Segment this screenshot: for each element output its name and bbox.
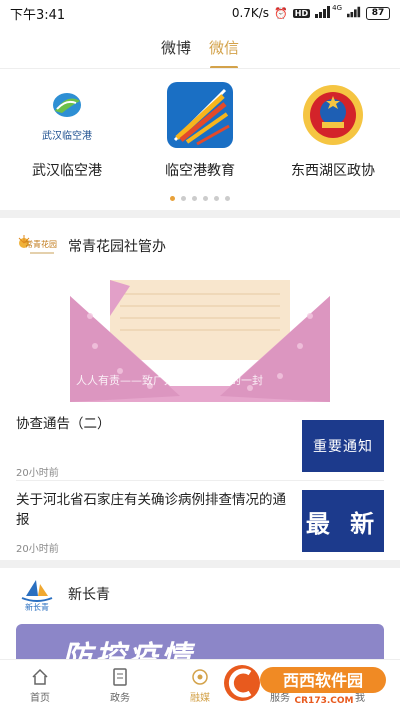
watermark-text: 西西软件园 [283, 671, 363, 690]
watermark-subtext: CR173.COM [295, 696, 354, 705]
feed-hero-image[interactable]: 人人有责——致广大居民朋友们的一封 [0, 276, 400, 402]
hero-caption: 人人有责——致广大居民朋友们的一封 [76, 374, 263, 387]
account-linkonggang-education[interactable]: 临空港教育 [135, 80, 265, 180]
wuhan-linkonggang-logo-icon: 武汉临空港 [32, 80, 102, 150]
document-icon [110, 667, 130, 686]
news-thumbnail: 重要通知 [302, 420, 384, 472]
nav-label: 政务 [110, 692, 130, 704]
carousel-dot [225, 196, 230, 201]
status-time: 下午3:41 [10, 7, 66, 23]
media-icon [190, 668, 210, 686]
account-carousel[interactable]: 武汉临空港 武汉临空港 临空港教育 东西湖区政协 [0, 80, 400, 180]
carousel-dot [214, 196, 219, 201]
account-name: 武汉临空港 [32, 163, 102, 179]
account-wuhan-linkonggang[interactable]: 武汉临空港 武汉临空港 [2, 80, 132, 180]
feed-source-header[interactable]: 新长青 新长青 [0, 572, 400, 616]
nav-label: 首页 [30, 692, 50, 704]
news-time: 20小时前 [16, 468, 59, 479]
news-title: 协查通告（二） [16, 416, 111, 432]
battery-icon: 87 [366, 6, 390, 20]
thumbnail-text: 最 新 [305, 509, 381, 538]
network-speed: 0.7K/s [231, 6, 270, 20]
signal-icon [315, 5, 331, 21]
thumbnail-text: 重要通知 [313, 439, 373, 455]
news-thumbnail: 最 新 [302, 490, 384, 552]
section-gap [0, 210, 400, 218]
xinchangqing-logo-icon: 新长青 [16, 579, 58, 612]
carousel-indicator [0, 196, 400, 201]
linkonggang-education-logo-icon [165, 80, 235, 150]
news-time: 20小时前 [16, 544, 59, 555]
cppcc-emblem-icon [298, 80, 368, 150]
source-logo-text: 常青花园 [25, 239, 57, 249]
list-item[interactable]: 关于河北省石家庄有关确诊病例排查情况的通报 20小时前 最 新 [0, 488, 400, 555]
carousel-dot [192, 196, 197, 201]
account-name: 临空港教育 [165, 163, 235, 179]
tab-weibo[interactable]: 微博 [161, 34, 191, 66]
changqing-garden-logo-icon: 常青花园 [16, 231, 58, 261]
nav-home[interactable]: 首页 [0, 660, 80, 711]
hd-badge: HD [292, 8, 311, 18]
account-name: 东西湖区政协 [291, 163, 375, 179]
carousel-dot [170, 196, 175, 201]
carousel-dot [203, 196, 208, 201]
feed-source-name: 常青花园社管办 [68, 239, 166, 255]
nav-label: 融媒 [190, 692, 210, 704]
tabs-divider [0, 68, 400, 69]
home-icon [30, 668, 50, 686]
feed-source-name: 新长青 [68, 587, 110, 603]
news-title: 关于河北省石家庄有关确诊病例排查情况的通报 [16, 492, 286, 528]
item-divider [16, 480, 384, 481]
signal-icon-2 [347, 6, 361, 21]
watermark-logo: 西西软件园 CR173.COM [220, 659, 390, 706]
carousel-dot [181, 196, 186, 201]
nav-government[interactable]: 政务 [80, 660, 160, 711]
section-gap [0, 560, 400, 568]
alarm-icon: ⏰ [274, 6, 288, 20]
signal-label: 4G [332, 4, 342, 12]
account-logo-text: 武汉临空港 [42, 129, 92, 142]
list-item[interactable]: 协查通告（二） 20小时前 重要通知 [0, 410, 400, 479]
account-dongxihu-cppcc[interactable]: 东西湖区政协 [268, 80, 398, 180]
tab-wechat[interactable]: 微信 [209, 34, 239, 69]
feed-source-header[interactable]: 常青花园 常青花园社管办 [0, 226, 400, 266]
status-bar: 下午3:41 0.7K/s ⏰ HD 4G 87 [0, 0, 400, 26]
platform-tabs: 微博 微信 [0, 34, 400, 69]
source-logo-text: 新长青 [25, 602, 49, 612]
feed-banner[interactable]: 防控疫情 [16, 624, 384, 664]
status-indicators: 0.7K/s ⏰ HD 4G 87 [231, 4, 390, 21]
